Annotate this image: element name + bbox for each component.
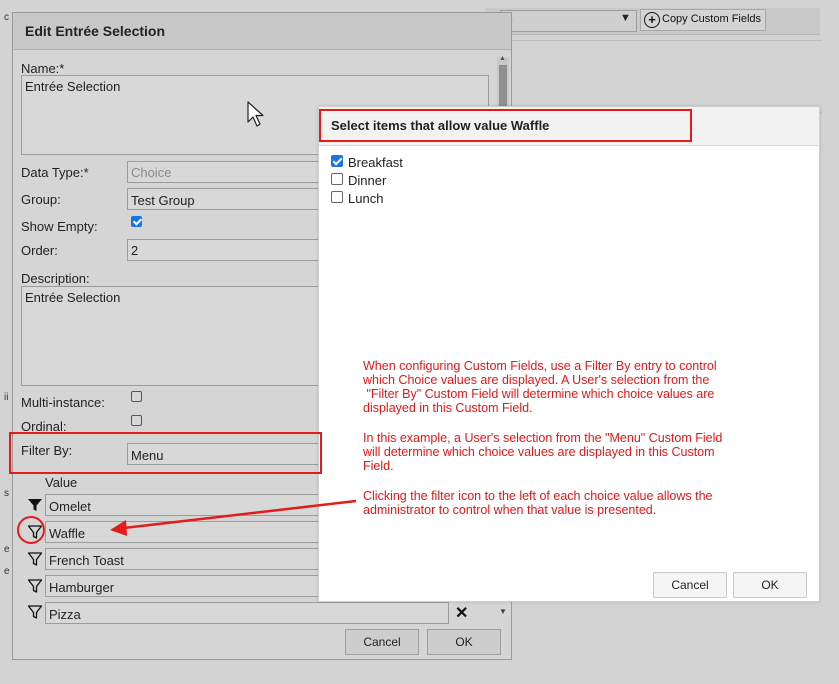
mouse-cursor-icon xyxy=(247,101,264,127)
annotation-arrow xyxy=(110,499,357,536)
